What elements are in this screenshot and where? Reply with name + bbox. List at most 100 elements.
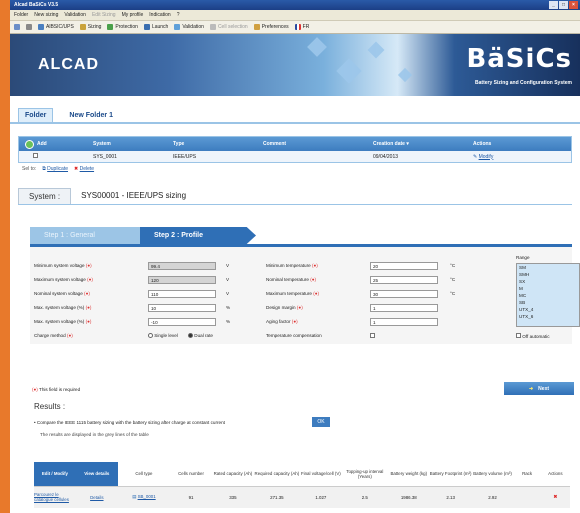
delete-icon[interactable]: ✖ (554, 494, 558, 499)
min-temperature-field[interactable]: 20 (370, 262, 438, 270)
toolbar-validation[interactable]: Validation (174, 24, 204, 30)
ok-button[interactable]: OK (312, 417, 330, 427)
menu-help[interactable]: ? (177, 10, 180, 20)
cell-icon (209, 24, 216, 30)
menu-indication[interactable]: Indication (149, 10, 170, 20)
close-button[interactable]: × (569, 1, 578, 9)
checkbox-icon (370, 333, 375, 338)
col-volume: Battery volume (m³) (471, 462, 514, 487)
cell-volume: 2.92 (471, 486, 514, 508)
menu-my-profile[interactable]: My profile (122, 10, 144, 20)
table-row[interactable]: SYS_0001 IEEE/UPS 09/04/2013 ✎ Modify (19, 151, 571, 162)
menu-edit-sizing[interactable]: Edit Sizing (92, 10, 116, 20)
toolbar-label: Cell selection (217, 24, 248, 30)
step-profile[interactable]: Step 2 : Profile (140, 227, 256, 244)
delete-action[interactable]: ✖ Delete (74, 166, 94, 172)
toolbar-print[interactable] (26, 24, 32, 30)
cell-actions[interactable]: ✖ (540, 486, 570, 508)
toolbar-save[interactable] (14, 24, 20, 30)
print-icon (26, 24, 32, 30)
range-listbox[interactable]: SM SMH SX M MC SB UTX_4 UTX_6 (516, 263, 580, 327)
title-bar: Alcad BaSiCs V3.5 _ □ × (10, 0, 580, 10)
system-tab[interactable]: System : (18, 187, 72, 204)
menu-folder[interactable]: Folder (14, 10, 28, 20)
arrow-right-icon: ➜ (528, 385, 534, 392)
label-min-temperature: Minimum temperature (●) (266, 263, 318, 268)
tab-new-folder[interactable]: New Folder 1 (63, 109, 119, 122)
banner-subtitle: Battery Sizing and Configuration System (475, 80, 572, 86)
range-option[interactable]: M (517, 285, 579, 292)
label-aging-factor: Aging factor (●) (266, 319, 298, 324)
menu-validation[interactable]: Validation (64, 10, 86, 20)
next-label: Next (538, 385, 550, 392)
unit-v: V (226, 291, 230, 296)
row-action[interactable]: ✎ Modify (469, 154, 529, 160)
cell-view[interactable]: Details (75, 486, 118, 508)
menu-new-sizing[interactable]: New sizing (34, 10, 58, 20)
toolbar-protection[interactable]: Protection (107, 24, 138, 30)
modify-link[interactable]: Modify (479, 154, 494, 160)
max-system-voltage-field[interactable]: 120 (148, 276, 216, 284)
required-mark: (●) (85, 319, 92, 324)
toolbar-language[interactable]: FR (294, 24, 309, 30)
maximize-button[interactable]: □ (559, 1, 568, 9)
row-system: SYS_0001 (93, 153, 117, 160)
cell-edit[interactable]: Parcourez le catalogue cellules (34, 486, 76, 508)
min-voltage-pct-field[interactable]: -10 (148, 318, 216, 326)
system-header: System : SYS00001 - IEEE/UPS sizing (18, 187, 572, 205)
row-checkbox[interactable] (33, 153, 38, 158)
range-option[interactable]: MC (517, 292, 579, 299)
duplicate-action[interactable]: ⧉ Duplicate (42, 166, 68, 172)
cell-cells-number: 91 (170, 486, 212, 508)
col-actions: Actions (540, 462, 570, 487)
toolbar-label: Validation (182, 24, 204, 30)
toolbar-albsic[interactable]: AlBSIC/UPS (38, 24, 74, 30)
nominal-system-voltage-field[interactable]: 110 (148, 290, 216, 298)
header-comment: Comment (263, 141, 287, 147)
col-rack: Rack (513, 462, 541, 487)
range-option[interactable]: SB (517, 299, 579, 306)
nominal-temperature-field[interactable]: 25 (370, 276, 438, 284)
header-add: Add (37, 141, 47, 147)
range-option[interactable]: SM (517, 264, 579, 271)
toolbar-cell-selection[interactable]: Cell selection (209, 24, 248, 30)
col-final-voltage: Final voltage/cell (V) (299, 462, 342, 487)
range-option[interactable]: UTX_6 (517, 313, 579, 320)
min-system-voltage-field[interactable]: 99.4 (148, 262, 216, 270)
minimize-button[interactable]: _ (549, 1, 558, 9)
folder-tabs: Folder New Folder 1 (10, 104, 580, 124)
header-system: System (93, 141, 111, 147)
off-automatic-option[interactable]: Off automatic (516, 333, 550, 339)
toolbar-launch[interactable]: Launch (143, 24, 168, 30)
range-option[interactable]: UTX_4 (517, 306, 579, 313)
duplicate-link[interactable]: Duplicate (47, 166, 68, 172)
tab-folder[interactable]: Folder (18, 108, 54, 122)
required-mark: (●) (66, 333, 73, 338)
unit-percent: % (226, 305, 231, 310)
range-option[interactable]: SMH (517, 271, 579, 278)
header-date[interactable]: Creation date ▾ (369, 141, 469, 147)
max-voltage-pct-field[interactable]: 10 (148, 304, 216, 312)
required-mark: (●) (291, 319, 298, 324)
cell-type-link[interactable]: SB_0001 (138, 494, 156, 499)
table-row[interactable]: Parcourez le catalogue cellules Details … (34, 486, 570, 508)
next-button[interactable]: ➜ Next (504, 382, 574, 395)
radio-icon (148, 333, 153, 339)
toolbar-preferences[interactable]: Preferences (253, 24, 289, 30)
add-icon[interactable] (25, 139, 34, 149)
gear-icon (253, 24, 260, 30)
toolbar-sizing[interactable]: Sizing (79, 24, 101, 30)
duplicate-icon: ⧉ (42, 166, 46, 172)
charge-single-option[interactable]: Single level (148, 333, 178, 339)
window-controls: _ □ × (549, 1, 578, 9)
temperature-compensation-checkbox[interactable] (370, 333, 375, 339)
max-temperature-field[interactable]: 30 (370, 290, 438, 298)
details-link[interactable]: Details (90, 495, 103, 500)
delete-link[interactable]: Delete (80, 166, 94, 172)
design-margin-field[interactable]: 1 (370, 304, 438, 312)
aging-factor-field[interactable]: 1 (370, 318, 438, 326)
edit-link[interactable]: Parcourez le catalogue cellules (34, 492, 69, 502)
charge-dual-option[interactable]: Dual rate (188, 333, 213, 339)
range-option[interactable]: SX (517, 278, 579, 285)
step-general[interactable]: Step 1 : General (30, 227, 140, 244)
